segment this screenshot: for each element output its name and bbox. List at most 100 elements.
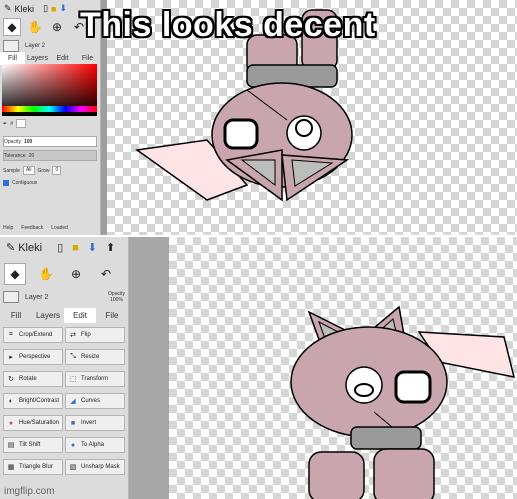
zoom-in-icon[interactable]: ⊕ bbox=[66, 264, 86, 284]
opacity-value: 100% bbox=[110, 297, 123, 303]
transform-button[interactable]: ⬚ Transform bbox=[65, 371, 125, 387]
bright-contrast-button[interactable]: ◐ Bright/Contrast bbox=[3, 393, 63, 409]
open-folder-icon[interactable]: ■ bbox=[51, 4, 56, 14]
cat-eye-patch bbox=[394, 370, 432, 404]
download-icon[interactable]: ⬇ bbox=[59, 3, 67, 14]
color-swatch[interactable] bbox=[15, 119, 26, 128]
button-label: Crop/Extend bbox=[19, 332, 53, 338]
hue-saturation-button[interactable]: ● Hue/Saturation bbox=[3, 415, 63, 431]
meme-caption: This looks decent bbox=[80, 6, 376, 44]
blur-icon: ▦ bbox=[7, 464, 15, 471]
perspective-button[interactable]: ▸ Perspective bbox=[3, 349, 63, 365]
hand-tool-icon[interactable]: ✋ bbox=[36, 264, 56, 284]
button-label: Tilt Shift bbox=[19, 442, 41, 448]
top-tool-row: ◆ ✋ ⊕ ↶ bbox=[3, 18, 87, 36]
hue-slider[interactable] bbox=[2, 106, 97, 112]
unsharp-mask-button[interactable]: ▧ Unsharp Mask bbox=[65, 459, 125, 475]
open-folder-icon[interactable]: ■ bbox=[72, 242, 79, 254]
button-label: Rotate bbox=[19, 376, 37, 382]
layer-name: Layer 2 bbox=[25, 293, 49, 301]
crop-extend-button[interactable]: ⌗ Crop/Extend bbox=[3, 327, 63, 343]
fill-tool-icon[interactable]: ◆ bbox=[3, 18, 21, 36]
tilt-shift-icon: ▤ bbox=[7, 442, 15, 449]
cat-leg-left bbox=[308, 451, 365, 499]
hand-tool-icon[interactable]: ✋ bbox=[27, 19, 43, 35]
sample-row: Sample All Grow 0 bbox=[3, 166, 62, 175]
button-label: Triangle Blur bbox=[19, 464, 53, 470]
button-label: Resize bbox=[81, 354, 100, 360]
invert-button[interactable]: ■ Invert bbox=[65, 415, 125, 431]
top-layer-row[interactable]: Layer 2 bbox=[3, 40, 45, 52]
eyedropper-icon[interactable]: ✒ bbox=[3, 121, 7, 127]
button-label: Bright/Contrast bbox=[18, 398, 59, 404]
triangle-blur-button[interactable]: ▦ Triangle Blur bbox=[3, 459, 63, 475]
button-label: Hue/Saturation bbox=[18, 420, 59, 426]
cat-pupil bbox=[295, 119, 313, 137]
feedback-link[interactable]: Feedback bbox=[21, 225, 43, 231]
contiguous-checkbox[interactable] bbox=[3, 180, 9, 186]
bottom-gutter bbox=[129, 237, 169, 499]
help-link[interactable]: Help bbox=[3, 225, 13, 231]
edit-button-grid: ⌗ Crop/Extend ⇄ Flip ▸ Perspective ⤡ Resize … bbox=[3, 327, 125, 475]
sample-select[interactable]: All bbox=[22, 166, 35, 175]
flip-icon: ⇄ bbox=[70, 332, 76, 339]
bottom-tabs: Fill Layers Edit File bbox=[0, 308, 128, 323]
grow-select[interactable]: 0 bbox=[52, 166, 62, 175]
bottom-tool-row: ◆ ✋ ⊕ ↶ bbox=[4, 263, 116, 285]
bottom-layer-row[interactable]: Layer 2 Opacity 100% bbox=[3, 291, 125, 303]
button-label: To Alpha bbox=[81, 442, 105, 448]
undo-icon[interactable]: ↶ bbox=[96, 264, 116, 284]
button-label: Flip bbox=[81, 332, 91, 338]
flip-button[interactable]: ⇄ Flip bbox=[65, 327, 125, 343]
button-label: Perspective bbox=[19, 354, 51, 360]
zoom-in-icon[interactable]: ⊕ bbox=[49, 19, 65, 35]
bottom-screenshot: ✎ Kleki ▯ ■ ⬇ ⬆ ◆ ✋ ⊕ ↶ Layer 2 Opacity … bbox=[0, 237, 517, 499]
tab-file[interactable]: File bbox=[96, 308, 128, 323]
layer-thumbnail bbox=[3, 291, 19, 303]
new-file-icon[interactable]: ▯ bbox=[57, 241, 63, 254]
new-file-icon[interactable]: ▯ bbox=[43, 3, 48, 14]
resize-button[interactable]: ⤡ Resize bbox=[65, 349, 125, 365]
button-label: Invert bbox=[81, 420, 97, 426]
download-icon[interactable]: ⬇ bbox=[88, 241, 97, 254]
app-brand: ✎ Kleki ▯ ■ ⬇ ⬆ bbox=[6, 241, 115, 255]
transform-icon: ⬚ bbox=[69, 376, 77, 383]
rotate-icon: ↻ bbox=[8, 376, 14, 383]
perspective-icon: ▸ bbox=[9, 354, 13, 361]
tab-edit[interactable]: Edit bbox=[64, 308, 96, 323]
rotate-button[interactable]: ↻ Rotate bbox=[3, 371, 63, 387]
app-name: Kleki bbox=[18, 241, 43, 254]
to-alpha-button[interactable]: ● To Alpha bbox=[65, 437, 125, 453]
loaded-status: Loaded bbox=[51, 225, 68, 231]
contiguous-row: Contiguous bbox=[3, 180, 37, 186]
cat-eye-patch bbox=[223, 118, 259, 150]
cat-pupil bbox=[354, 383, 374, 397]
hex-icon[interactable]: # bbox=[10, 121, 13, 127]
hue-icon: ● bbox=[8, 419, 14, 427]
grow-label: Grow bbox=[37, 167, 50, 174]
button-label: Transform bbox=[81, 376, 109, 382]
invert-icon: ■ bbox=[70, 419, 76, 427]
tab-layers[interactable]: Layers bbox=[32, 308, 64, 323]
brightness-icon: ◐ bbox=[8, 397, 14, 405]
cat-collar bbox=[350, 426, 422, 450]
tolerance-label: Tolerance bbox=[4, 152, 26, 159]
upload-icon[interactable]: ⬆ bbox=[106, 241, 115, 254]
alpha-icon: ● bbox=[70, 441, 76, 449]
button-label: Unsharp Mask bbox=[81, 464, 120, 470]
tilt-shift-button[interactable]: ▤ Tilt Shift bbox=[3, 437, 63, 453]
curves-button[interactable]: ◢ Curves bbox=[65, 393, 125, 409]
bottom-sidebar: ✎ Kleki ▯ ■ ⬇ ⬆ ◆ ✋ ⊕ ↶ Layer 2 Opacity … bbox=[0, 237, 129, 499]
opacity-field[interactable]: Opacity 100 bbox=[3, 136, 97, 147]
app-brand: ✎ Kleki ▯ ■ ⬇ bbox=[4, 3, 67, 14]
cat-leg-right bbox=[373, 448, 435, 499]
tab-fill[interactable]: Fill bbox=[0, 308, 32, 323]
kleki-logo-icon: ✎ bbox=[4, 3, 12, 13]
fill-tool-icon[interactable]: ◆ bbox=[4, 263, 26, 285]
bottom-drawing bbox=[290, 305, 516, 499]
bottom-canvas[interactable] bbox=[169, 237, 517, 499]
layer-thumbnail bbox=[3, 40, 19, 52]
tolerance-slider[interactable]: Tolerance 20 bbox=[3, 150, 97, 161]
layer-opacity: Opacity 100% bbox=[108, 291, 125, 303]
unsharp-icon: ▧ bbox=[69, 464, 77, 471]
